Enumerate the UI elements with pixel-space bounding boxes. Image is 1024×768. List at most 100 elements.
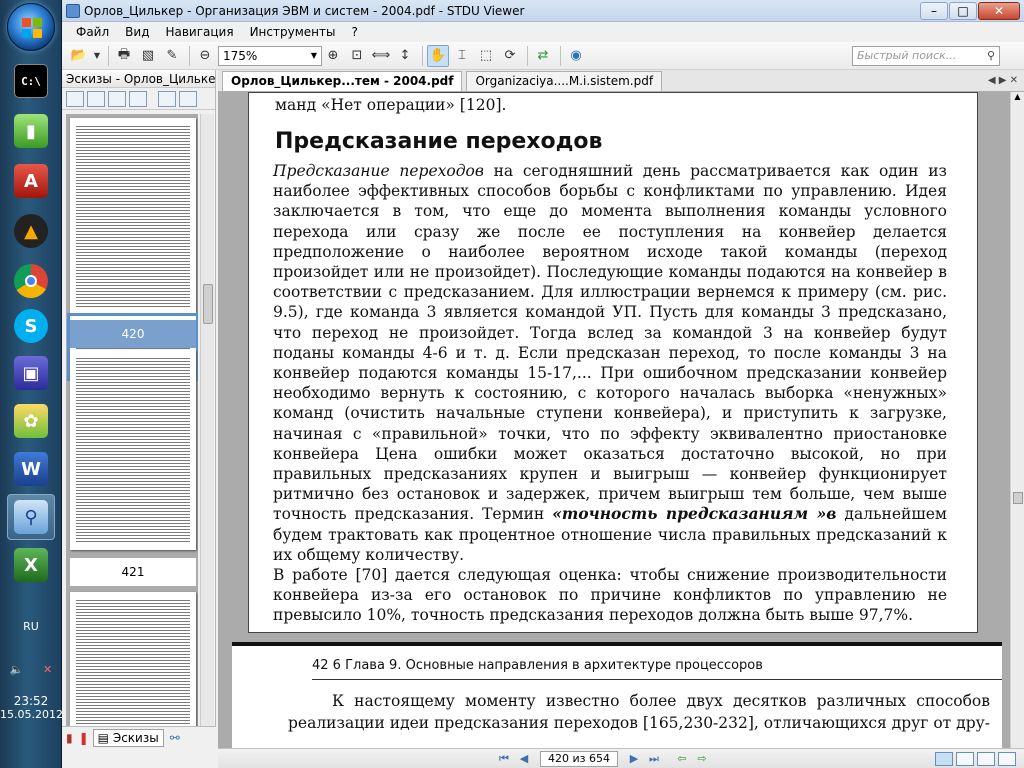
title-bar[interactable]: Орлов_Цилькер - Организация ЭВМ и систем… [62,0,1024,22]
continuous-view-icon[interactable] [956,751,974,766]
paragraph-1: Предсказание переходов на сегодняшний де… [273,161,947,565]
taskbar-word[interactable]: W [7,446,55,492]
menu-file[interactable]: Файл [68,25,117,39]
network-icon[interactable]: ✕ [43,663,52,676]
taskbar-battery[interactable]: ▮ [7,108,55,154]
lead-term: Предсказание переходов [273,162,484,180]
taskbar-excel[interactable]: X [7,542,55,588]
search-icon[interactable]: ⚲ [987,49,995,62]
page-number-input[interactable]: 420 из 654 [540,750,618,767]
fit-width-icon[interactable]: ⟺ [370,45,392,67]
tab-orlov[interactable]: Орлов_Цилькер...тем - 2004.pdf [222,71,463,91]
thumbnail-label-420[interactable]: 420 [70,320,196,348]
tab-close-icon[interactable]: ✕ [1010,75,1018,86]
bookmarks-tab-icon[interactable]: ▮ [66,731,73,745]
thumb-view-4-icon[interactable] [129,90,147,107]
tab-prev-icon[interactable]: ◀ [988,75,996,86]
taskbar-save[interactable]: ▣ [7,350,55,396]
thumbnail-page-421[interactable] [70,592,196,738]
skype-icon: S [14,309,48,343]
paragraph-1-text: на сегодняшний день рассматривается как … [273,162,948,524]
thumbnail-page-419[interactable] [70,118,196,314]
language-indicator[interactable]: RU [0,620,62,633]
menu-navigation[interactable]: Навигация [157,25,241,39]
page-2-text: К настоящему моменту известно более двух… [288,692,991,732]
clock-date[interactable]: 15.05.2012 [0,708,63,721]
two-page-continuous-icon[interactable] [998,751,1016,766]
pdf-page-420: манд «Нет операции» [120]. Предсказание … [248,92,978,633]
menu-help[interactable]: ? [343,25,365,39]
taskbar-app[interactable]: ✿ [7,398,55,444]
minimize-button[interactable]: – [920,1,948,20]
quick-search-input[interactable]: Быстрый поиск... ⚲ [852,45,1000,66]
taskbar-cmd[interactable]: C:\ [7,58,55,104]
console-icon: C:\ [14,64,48,98]
system-tray: RU 🔈 ✕ 23:52 15.05.2012 [0,620,63,721]
last-page-icon[interactable]: ⏭ [646,752,662,766]
thumb-view-2-icon[interactable] [87,90,105,107]
scroll-up-icon[interactable]: ▲ [1011,92,1024,101]
prev-page-icon[interactable]: ◀ [516,752,532,766]
maximize-button[interactable]: □ [949,1,977,20]
dropdown-arrow-icon[interactable]: ▼ [92,45,102,67]
fit-height-icon[interactable]: ↕ [394,45,416,67]
rotate-icon[interactable]: ⟳ [499,45,521,67]
two-page-view-icon[interactable] [977,751,995,766]
history-back-icon[interactable]: ⇦ [674,752,690,766]
clock-time[interactable]: 23:52 [0,694,62,708]
word-icon: W [14,452,48,486]
hand-tool-icon[interactable]: ✋ [427,44,449,67]
web-icon[interactable]: ◉ [565,45,587,67]
floppy-icon: ▣ [14,356,48,390]
print-icon[interactable]: 🖶 [113,45,135,67]
document-view[interactable]: манд «Нет операции» [120]. Предсказание … [218,92,1010,748]
page-top-line: манд «Нет операции» [120]. [275,96,507,114]
thumbnail-list[interactable]: 420 421 [66,114,198,738]
taskbar-chrome[interactable] [7,258,55,304]
document-scrollbar[interactable]: ▲ [1010,92,1024,748]
thumb-view-3-icon[interactable] [108,90,126,107]
zoom-out-icon[interactable]: ⊖ [194,45,216,67]
taskbar-aimp[interactable]: ▲ [7,208,55,254]
start-button[interactable] [7,3,55,51]
thumb-list-icon[interactable] [179,90,197,107]
left-panel-tabs: ▮ ❚ ▤ Эскизы ⚯ [62,726,216,748]
close-button[interactable]: ✕ [978,1,1020,20]
chrome-icon [14,264,48,298]
menu-tools[interactable]: Инструменты [242,25,344,39]
back-forward-icon[interactable]: ⇄ [532,45,554,67]
tab-navigation: ◀ ▶ ✕ [988,75,1018,86]
open-folder-icon[interactable]: 📂 [68,45,90,67]
zoom-in-icon[interactable]: ⊕ [322,45,344,67]
tab-next-icon[interactable]: ▶ [999,75,1007,86]
zoom-select[interactable]: 175% ▼ [218,45,322,66]
app-icon[interactable] [66,3,80,18]
search-panel-icon[interactable]: ⚯ [170,731,180,745]
scroll-thumb[interactable] [1013,492,1023,504]
menu-view[interactable]: Вид [117,25,157,39]
snapshot-icon[interactable]: ⬚ [475,45,497,67]
export-image-icon[interactable]: ▧ [137,45,159,67]
thumb-copy-icon[interactable] [158,90,176,107]
thumbnails-tab-label: Эскизы [112,730,159,745]
thumbnails-panel: Эскизы - Орлов_Цилькер - 420 421 ▮ ❚ ▤ Э… [62,70,216,748]
first-page-icon[interactable]: ⏮ [496,752,512,766]
thumbnails-scrollbar[interactable] [200,114,214,738]
history-forward-icon[interactable]: ⇨ [694,752,710,766]
thumbnail-label-421[interactable]: 421 [70,558,196,586]
export-text-icon[interactable]: ✎ [161,45,183,67]
taskbar-stdu-viewer[interactable]: ⚲ [7,494,55,540]
thumbnail-page-420-body[interactable] [70,350,196,550]
single-page-view-icon[interactable] [935,751,953,766]
select-text-icon[interactable]: ⌶ [451,45,473,67]
thumbnails-tab[interactable]: ▤ Эскизы [92,728,164,747]
bookmark-red-icon[interactable]: ❚ [79,731,89,745]
thumb-view-1-icon[interactable] [66,90,84,107]
document-tabs: Орлов_Цилькер...тем - 2004.pdf Organizac… [218,70,1024,92]
taskbar-skype[interactable]: S [7,303,55,349]
volume-icon[interactable]: 🔈 [10,663,24,676]
tab-organizaciya[interactable]: Organizaciya....M.i.sistem.pdf [466,71,663,91]
taskbar-acrobat[interactable]: A [7,158,55,204]
fit-page-icon[interactable]: ⊡ [346,45,368,67]
next-page-icon[interactable]: ▶ [626,752,642,766]
